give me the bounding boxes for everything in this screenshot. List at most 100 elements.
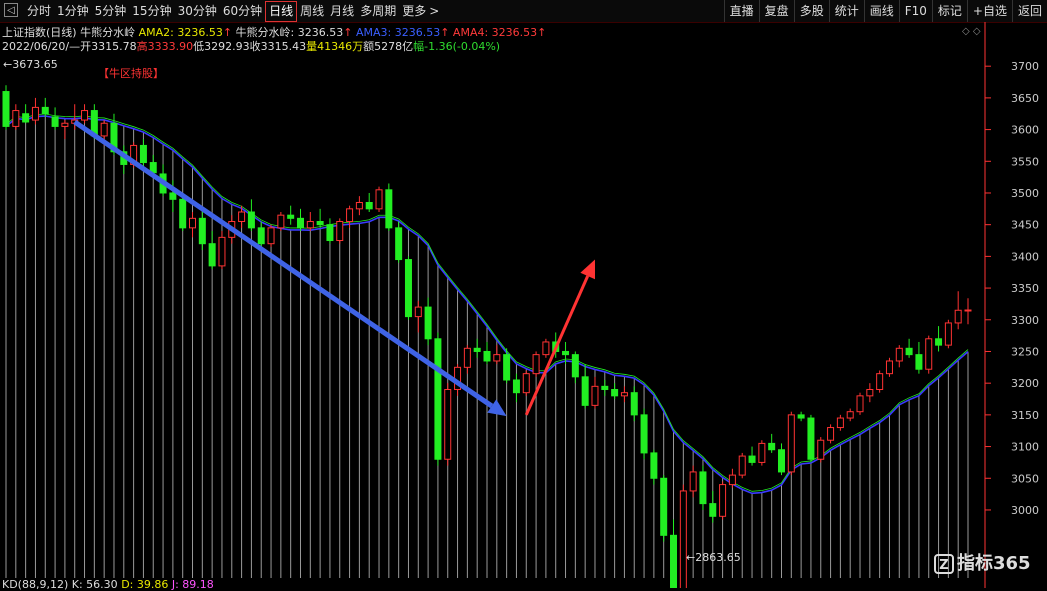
candle xyxy=(660,475,668,542)
y-tick-label: 3550 xyxy=(1011,155,1039,168)
candle xyxy=(915,341,923,374)
candle-body xyxy=(434,338,442,460)
candle-body xyxy=(964,309,972,312)
candle xyxy=(709,490,717,523)
candle xyxy=(336,218,344,244)
candle-body xyxy=(336,221,344,242)
candle xyxy=(267,224,275,247)
candle xyxy=(620,386,628,403)
candle-body xyxy=(807,417,815,460)
candle xyxy=(22,104,30,124)
candle xyxy=(218,231,226,270)
candle xyxy=(905,338,913,358)
candle-body xyxy=(12,110,20,127)
candle xyxy=(856,392,864,415)
candle-body xyxy=(817,439,825,460)
candle xyxy=(473,338,481,358)
candle-body xyxy=(660,477,668,536)
candle xyxy=(895,345,903,368)
candle-body xyxy=(611,389,619,397)
candle-body xyxy=(208,243,216,267)
y-tick-label: 3450 xyxy=(1011,219,1039,232)
candle xyxy=(591,376,599,409)
candle-body xyxy=(630,392,638,416)
candle-body xyxy=(2,91,10,127)
candle-body xyxy=(915,354,923,370)
candle xyxy=(51,107,59,130)
candle xyxy=(611,383,619,400)
candle-body xyxy=(179,198,187,229)
kd-j: J: 89.18 xyxy=(171,578,214,591)
candle-body xyxy=(866,389,874,397)
candle xyxy=(944,319,952,349)
candle-body xyxy=(169,192,177,200)
candle xyxy=(257,221,265,247)
kd-indicator-line: KD(88,9,12) K: 56.30 D: 39.86 J: 89.18 xyxy=(2,578,214,591)
candle-body xyxy=(709,503,717,517)
y-tick-label: 3250 xyxy=(1011,345,1039,358)
candle xyxy=(365,192,373,212)
candle-body xyxy=(306,221,314,229)
candle-body xyxy=(650,452,658,479)
candle-body xyxy=(581,376,589,406)
candle-body xyxy=(326,224,334,242)
candle xyxy=(679,484,687,588)
candle-body xyxy=(257,227,265,245)
watermark-text: 指标365 xyxy=(957,553,1031,574)
candle-body xyxy=(601,385,609,391)
candle-body xyxy=(483,350,491,362)
candle xyxy=(817,437,825,463)
candle-body xyxy=(768,442,776,451)
candle-body xyxy=(277,214,285,229)
candle-body xyxy=(61,122,69,127)
candle xyxy=(326,218,334,244)
y-tick-label: 3650 xyxy=(1011,92,1039,105)
candle-body xyxy=(346,208,354,223)
candle xyxy=(640,408,648,460)
candle-body xyxy=(846,411,854,419)
candle xyxy=(208,231,216,270)
candle xyxy=(571,351,579,384)
candle xyxy=(189,212,197,238)
candle-body xyxy=(198,217,206,245)
watermark-logo: Z xyxy=(934,554,954,574)
candle xyxy=(444,383,452,466)
candle xyxy=(404,256,412,320)
candle-body xyxy=(670,534,678,588)
y-tick-label: 3300 xyxy=(1011,314,1039,327)
kd-k: K: 56.30 xyxy=(71,578,118,591)
candle-body xyxy=(954,309,962,324)
candle xyxy=(355,196,363,216)
candle xyxy=(954,291,962,330)
candle xyxy=(542,338,550,358)
candle-body xyxy=(218,236,226,267)
y-tick-label: 3050 xyxy=(1011,472,1039,485)
candle xyxy=(797,411,805,422)
candle xyxy=(532,351,540,377)
candle xyxy=(650,449,658,485)
candle-body xyxy=(414,306,422,318)
high-label: ←3673.65 xyxy=(3,58,58,71)
candle-body xyxy=(424,306,432,340)
candle xyxy=(836,414,844,431)
candle-body xyxy=(41,106,49,115)
candle-body xyxy=(463,347,471,368)
candle-body xyxy=(522,373,530,394)
candle xyxy=(630,386,638,422)
candle-body xyxy=(81,110,89,121)
candle-body xyxy=(473,347,481,352)
candle xyxy=(522,370,530,396)
candle xyxy=(866,383,874,403)
candle xyxy=(424,297,432,346)
candle xyxy=(287,205,295,225)
candle-body xyxy=(532,354,540,375)
candle xyxy=(601,380,609,396)
trend-arrow-blue-shaft xyxy=(73,119,494,409)
candle-body xyxy=(944,322,952,346)
candlestick-chart[interactable]: 3000 3050 3100 3150 3200 3250 3300 3350 3400 3450… xyxy=(0,0,1047,588)
candle xyxy=(414,300,422,333)
candle xyxy=(31,97,39,125)
candle xyxy=(699,465,707,510)
candle xyxy=(964,298,972,325)
candle-body xyxy=(895,347,903,362)
